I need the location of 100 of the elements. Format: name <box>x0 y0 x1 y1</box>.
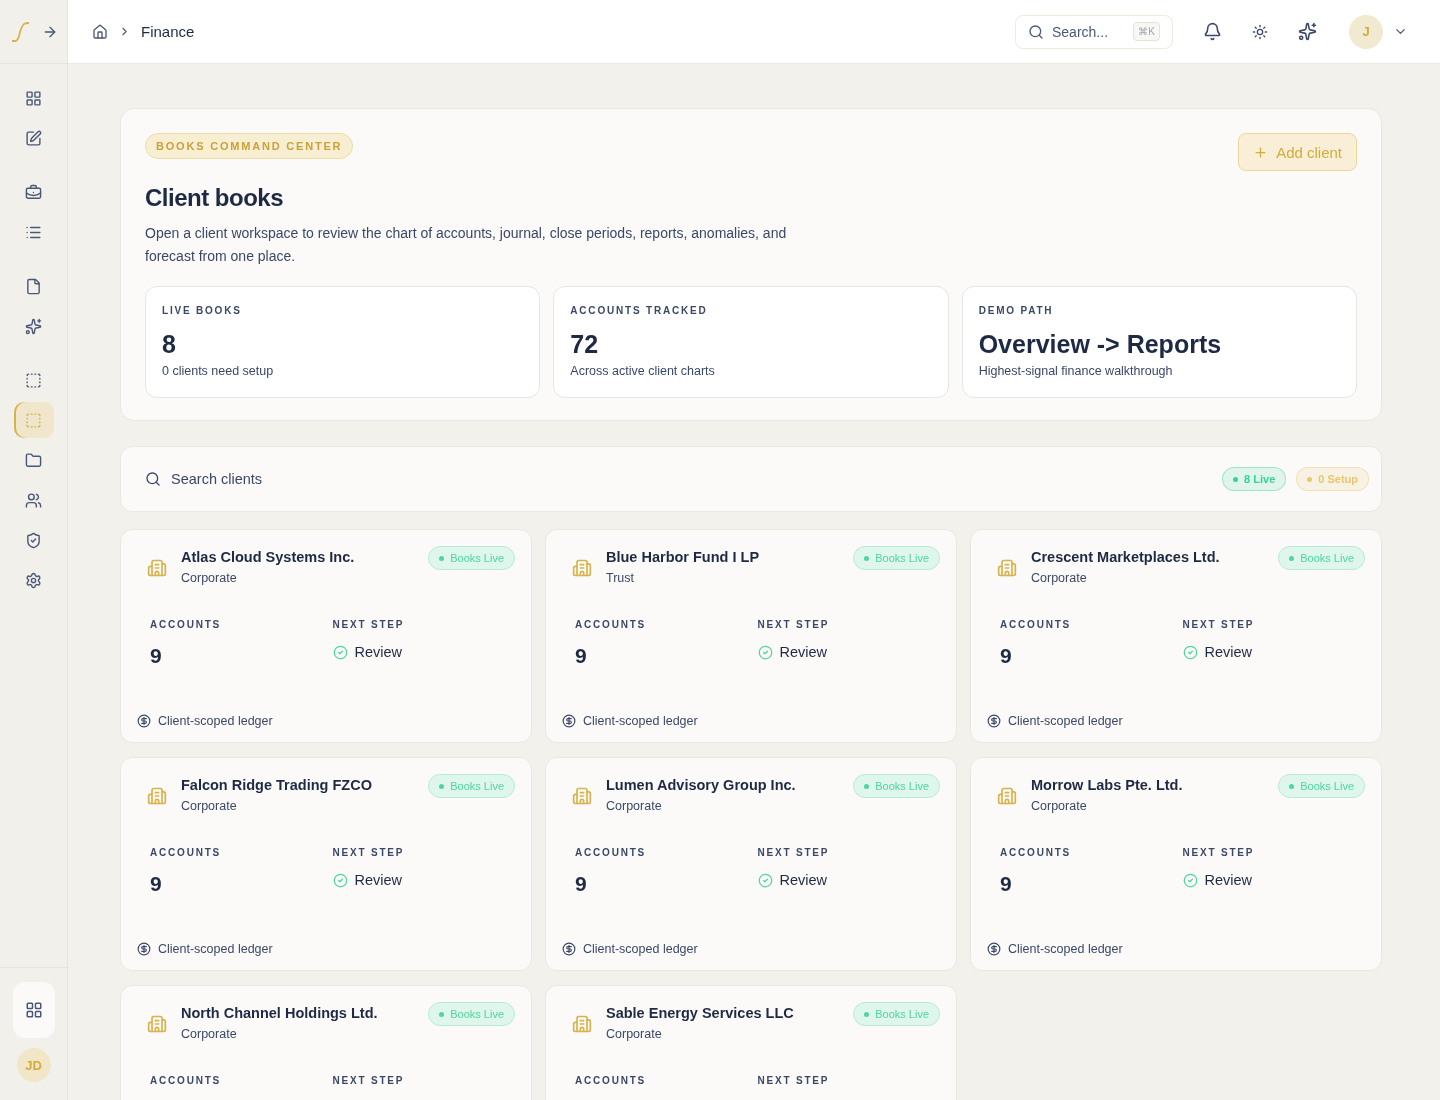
client-name: Crescent Marketplaces Ltd. <box>1031 549 1221 565</box>
next-step-label: NEXT STEP <box>332 1075 406 1086</box>
next-step-label: NEXT STEP <box>332 847 406 858</box>
client-type: Corporate <box>181 799 238 813</box>
client-type: Corporate <box>606 1027 663 1041</box>
check-circle-icon <box>1182 872 1198 888</box>
accounts-label: ACCOUNTS <box>150 619 223 630</box>
status-badge: Books Live <box>853 774 940 798</box>
building-icon <box>572 558 592 578</box>
client-name: Lumen Advisory Group Inc. <box>606 777 797 793</box>
next-step: Review <box>1182 872 1365 888</box>
check-circle-icon <box>332 644 348 660</box>
check-circle-icon <box>757 872 773 888</box>
accounts-label: ACCOUNTS <box>575 619 648 630</box>
stat-value: 8 <box>162 330 177 359</box>
client-card[interactable]: Lumen Advisory Group Inc. Corporate Books Live ACCOUNTS 9 NEXT STEP Review Client-scoped ledger <box>545 757 957 971</box>
sun-icon[interactable] <box>1252 23 1268 40</box>
ledger-note: Client-scoped ledger <box>987 942 1365 956</box>
accounts-label: ACCOUNTS <box>575 1075 648 1086</box>
accounts-count: 9 <box>1000 644 1013 668</box>
check-circle-icon <box>757 644 773 660</box>
stat-value: 72 <box>570 330 600 359</box>
accounts-count: 9 <box>1000 872 1013 896</box>
ledger-note: Client-scoped ledger <box>562 942 940 956</box>
accounts-count: 9 <box>575 644 588 668</box>
pen-icon <box>25 129 42 147</box>
shield-icon <box>25 531 42 549</box>
stat-label: ACCOUNTS TRACKED <box>570 305 709 316</box>
grid-icon <box>25 89 42 107</box>
status-badge: Books Live <box>853 546 940 570</box>
next-step-label: NEXT STEP <box>332 619 406 630</box>
accounts-label: ACCOUNTS <box>150 1075 223 1086</box>
apps-button[interactable] <box>12 982 55 1038</box>
sparkles-icon[interactable] <box>1298 22 1317 41</box>
search-icon <box>145 471 161 487</box>
status-badge: Books Live <box>1278 774 1365 798</box>
ledger-note: Client-scoped ledger <box>987 714 1365 728</box>
plus-icon <box>1253 144 1269 160</box>
building-icon <box>997 786 1017 806</box>
check-circle-icon <box>332 872 348 888</box>
file-icon <box>25 277 42 295</box>
square-icon <box>25 371 42 389</box>
stat-note: 0 clients need setup <box>162 364 275 378</box>
client-card[interactable]: Sable Energy Services LLC Corporate Books Live ACCOUNTS NEXT STEP <box>545 985 957 1100</box>
client-type: Corporate <box>1031 571 1088 585</box>
grid-icon <box>24 1001 43 1019</box>
notification-icon[interactable] <box>1203 22 1222 41</box>
next-step-label: NEXT STEP <box>1182 847 1256 858</box>
ledger-note: Client-scoped ledger <box>137 942 515 956</box>
dollar-icon <box>562 714 576 728</box>
client-card[interactable]: Morrow Labs Pte. Ltd. Corporate Books Live ACCOUNTS 9 NEXT STEP Review Client-scoped ledger <box>970 757 1382 971</box>
ledger-note: Client-scoped ledger <box>562 714 940 728</box>
next-step-label: NEXT STEP <box>1182 619 1256 630</box>
eyebrow-label: BOOKS COMMAND CENTER <box>145 133 354 159</box>
logo-icon <box>9 20 32 43</box>
next-step: Review <box>757 872 940 888</box>
client-name: Sable Energy Services LLC <box>606 1005 795 1021</box>
client-type: Corporate <box>606 799 663 813</box>
dollar-icon <box>987 714 1001 728</box>
accounts-count: 9 <box>150 872 163 896</box>
client-type: Corporate <box>181 571 238 585</box>
building-icon <box>147 1014 167 1034</box>
client-name: Morrow Labs Pte. Ltd. <box>1031 777 1184 793</box>
status-badge: Books Live <box>428 774 515 798</box>
client-card[interactable]: Falcon Ridge Trading FZCO Corporate Books Live ACCOUNTS 9 NEXT STEP Review Client-scoped ledger <box>120 757 532 971</box>
accounts-label: ACCOUNTS <box>150 847 223 858</box>
folder-icon <box>25 451 42 469</box>
search-field[interactable]: Search... ⌘K <box>1015 14 1173 49</box>
status-badge: Books Live <box>428 1002 515 1026</box>
dollar-icon <box>137 714 151 728</box>
page-title: Client books <box>145 184 284 212</box>
building-icon <box>572 1014 592 1034</box>
client-card[interactable]: Crescent Marketplaces Ltd. Corporate Books Live ACCOUNTS 9 NEXT STEP Review Client-scoped ledger <box>970 529 1382 743</box>
building-icon <box>997 558 1017 578</box>
page-description: Open a client workspace to review the chart of accounts, journal, close periods, reports, anomalies, and forecast from one place. <box>145 224 788 266</box>
next-step: Review <box>332 872 515 888</box>
stat-label: LIVE BOOKS <box>162 305 243 316</box>
accounts-count: 9 <box>575 872 588 896</box>
next-step: Review <box>757 644 940 660</box>
stat-note: Across active client charts <box>570 364 716 378</box>
search-icon <box>1028 23 1044 40</box>
next-step: Review <box>1182 644 1365 660</box>
client-card[interactable]: Atlas Cloud Systems Inc. Corporate Books Live ACCOUNTS 9 NEXT STEP Review Client-scoped ledger <box>120 529 532 743</box>
client-card[interactable]: North Channel Holdings Ltd. Corporate Books Live ACCOUNTS NEXT STEP <box>120 985 532 1100</box>
building-icon <box>147 786 167 806</box>
dollar-icon <box>562 942 576 956</box>
breadcrumb-item[interactable]: Finance <box>141 23 195 40</box>
home-icon[interactable] <box>92 23 108 40</box>
client-type: Corporate <box>1031 799 1088 813</box>
status-badge: Books Live <box>1278 546 1365 570</box>
client-name: Atlas Cloud Systems Inc. <box>181 549 356 565</box>
shortcut-key: ⌘K <box>1133 22 1160 41</box>
client-type: Corporate <box>181 1027 238 1041</box>
status-badge: Books Live <box>853 1002 940 1026</box>
accounts-count: 9 <box>150 644 163 668</box>
ledger-note: Client-scoped ledger <box>137 714 515 728</box>
client-card[interactable]: Blue Harbor Fund I LP Trust Books Live ACCOUNTS 9 NEXT STEP Review Client-scoped ledger <box>545 529 957 743</box>
check-circle-icon <box>1182 644 1198 660</box>
client-name: North Channel Holdings Ltd. <box>181 1005 379 1021</box>
users-icon <box>25 491 42 509</box>
